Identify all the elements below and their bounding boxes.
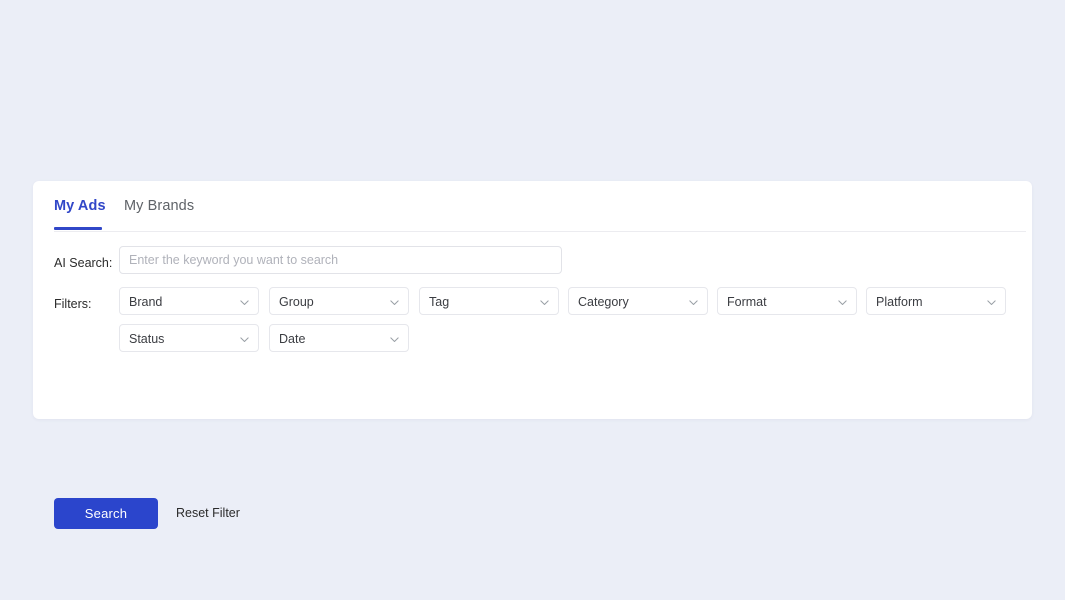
dropdown-format-label: Format	[727, 295, 767, 309]
dropdown-date[interactable]: Date	[269, 324, 409, 352]
dropdown-group-label: Group	[279, 295, 314, 309]
dropdown-category[interactable]: Category	[568, 287, 708, 315]
tab-my-ads[interactable]: My Ads	[54, 197, 106, 216]
search-input[interactable]	[119, 246, 562, 274]
active-tab-indicator	[54, 227, 102, 230]
ai-search-label: AI Search:	[54, 256, 113, 270]
chevron-down-icon	[239, 334, 250, 345]
search-button[interactable]: Search	[54, 498, 158, 529]
chevron-down-icon	[389, 297, 400, 308]
dropdown-brand[interactable]: Brand	[119, 287, 259, 315]
dropdown-format[interactable]: Format	[717, 287, 857, 315]
dropdown-category-label: Category	[578, 295, 629, 309]
dropdown-tag[interactable]: Tag	[419, 287, 559, 315]
tab-bar: My Ads My Brands	[33, 181, 1032, 232]
dropdown-brand-label: Brand	[129, 295, 163, 309]
dropdown-platform-label: Platform	[876, 295, 923, 309]
app-page: My Ads My Brands AI Search: Filters: Bra…	[0, 0, 1065, 600]
dropdown-tag-label: Tag	[429, 295, 450, 309]
chevron-down-icon	[389, 334, 400, 345]
chevron-down-icon	[239, 297, 250, 308]
chevron-down-icon	[986, 297, 997, 308]
search-filter-card: My Ads My Brands AI Search: Filters: Bra…	[33, 181, 1032, 529]
chevron-down-icon	[837, 297, 848, 308]
chevron-down-icon	[688, 297, 699, 308]
tab-bar-divider	[54, 231, 1026, 232]
dropdown-group[interactable]: Group	[269, 287, 409, 315]
tab-my-brands[interactable]: My Brands	[124, 197, 194, 216]
dropdown-status-label: Status	[129, 332, 165, 346]
reset-filter-button[interactable]: Reset Filter	[168, 498, 248, 529]
filters-label: Filters:	[54, 297, 92, 311]
dropdown-status[interactable]: Status	[119, 324, 259, 352]
chevron-down-icon	[539, 297, 550, 308]
dropdown-date-label: Date	[279, 332, 306, 346]
dropdown-platform[interactable]: Platform	[866, 287, 1006, 315]
